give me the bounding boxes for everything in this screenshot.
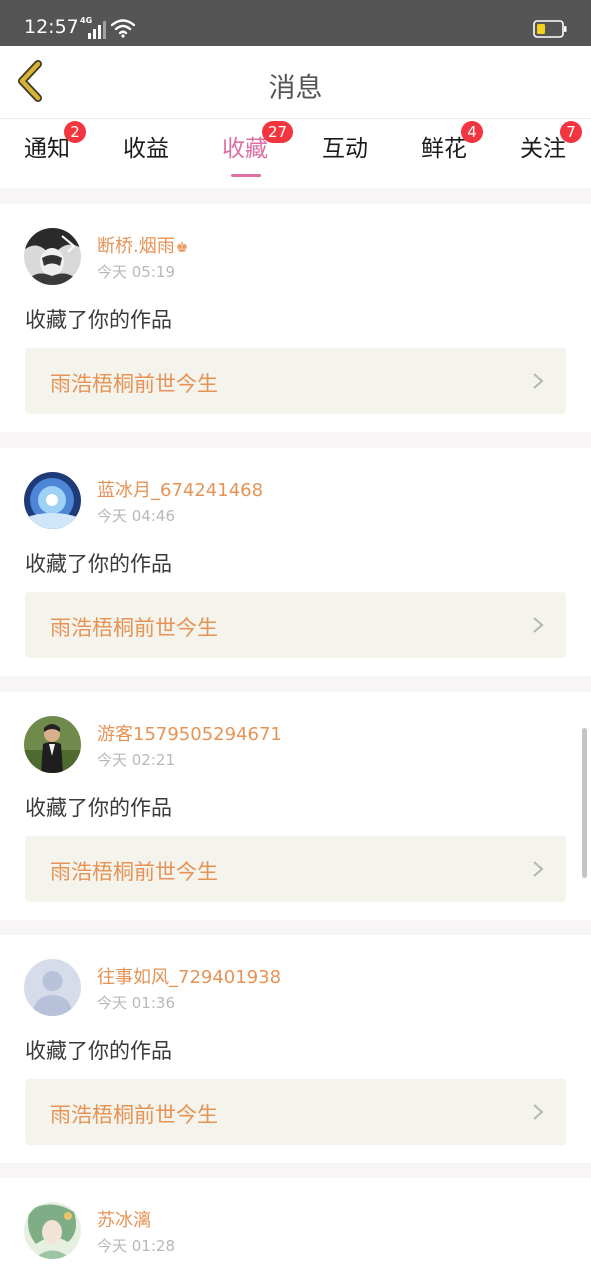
tab-badge: 7 [560,121,582,143]
work-title: 雨浩梧桐前世今生 [50,372,218,396]
message-card: 蓝冰月_674241468 今天 04:46 收藏了你的作品 雨浩梧桐前世今生 [0,448,591,676]
work-link[interactable]: 雨浩梧桐前世今生 [25,836,566,902]
message-time: 今天 01:36 [97,994,175,1012]
message-action: 收藏了你的作品 [25,308,172,332]
tab-badge: 27 [262,121,294,143]
username[interactable]: 蓝冰月_674241468 [97,476,263,502]
username[interactable]: 断桥.烟雨♚ [97,232,188,258]
message-card: 断桥.烟雨♚ 今天 05:19 收藏了你的作品 雨浩梧桐前世今生 [0,204,591,432]
battery-icon [533,20,567,38]
message-action: 收藏了你的作品 [25,552,172,576]
work-link[interactable]: 雨浩梧桐前世今生 [25,592,566,658]
work-title: 雨浩梧桐前世今生 [50,860,218,884]
user-avatar[interactable] [24,1202,81,1259]
message-time: 今天 01:28 [97,1237,175,1255]
message-time: 今天 02:21 [97,751,175,769]
username[interactable]: 往事如风_729401938 [97,963,281,989]
tab-label: 收藏 [222,136,268,162]
wifi-icon [111,19,135,38]
header-bar: 消息 [0,46,591,118]
username[interactable]: 游客1579505294671 [97,720,282,746]
user-avatar[interactable] [24,228,81,285]
tab-label: 关注 [520,136,566,162]
default-avatar-icon[interactable] [24,959,81,1016]
tab-label: 互动 [322,136,368,162]
page-title: 消息 [268,73,323,104]
status-time: 12:57 [24,16,79,38]
status-bar: 12:57 4G [0,0,591,46]
chevron-right-icon [533,1104,544,1120]
message-card: 往事如风_729401938 今天 01:36 收藏了你的作品 雨浩梧桐前世今生 [0,935,591,1163]
message-card: 游客1579505294671 今天 02:21 收藏了你的作品 雨浩梧桐前世今… [0,692,591,920]
tab-bar: 通知 2 收益 收藏 27 互动 鲜花 4 关注 7 [0,118,591,188]
work-title: 雨浩梧桐前世今生 [50,616,218,640]
scrollbar[interactable] [582,728,587,878]
chevron-right-icon [533,861,544,877]
active-tab-indicator [231,174,261,177]
cellular-signal-icon: 4G [80,16,106,39]
tab-label: 鲜花 [421,136,467,162]
tab-badge: 2 [64,121,86,143]
message-action: 收藏了你的作品 [25,796,172,820]
chevron-right-icon [533,373,544,389]
work-link[interactable]: 雨浩梧桐前世今生 [25,1079,566,1145]
chevron-right-icon [533,617,544,633]
work-link[interactable]: 雨浩梧桐前世今生 [25,348,566,414]
user-avatar[interactable] [24,472,81,529]
crown-icon: ♚ [175,240,189,256]
message-action: 收藏了你的作品 [25,1039,172,1063]
message-time: 今天 04:46 [97,507,175,525]
message-card: 苏冰漓 今天 01:28 [0,1178,591,1280]
tab-label: 通知 [24,136,70,162]
message-time: 今天 05:19 [97,263,175,281]
tab-label: 收益 [123,136,169,162]
work-title: 雨浩梧桐前世今生 [50,1103,218,1127]
tab-badge: 4 [461,121,483,143]
username[interactable]: 苏冰漓 [97,1206,151,1232]
user-avatar[interactable] [24,716,81,773]
